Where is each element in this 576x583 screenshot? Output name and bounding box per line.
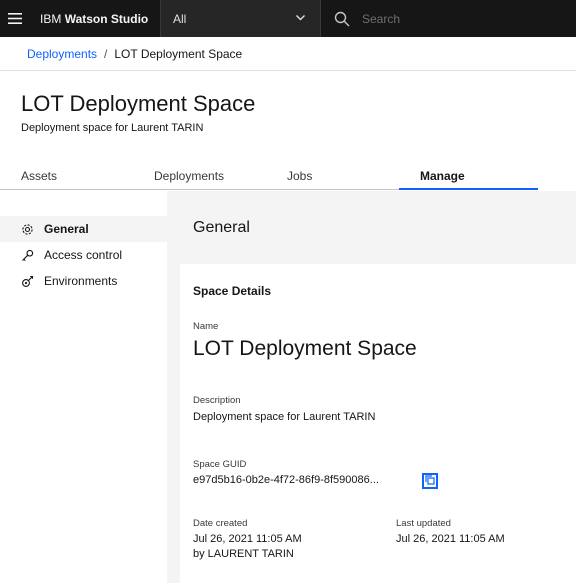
tools-icon <box>20 274 35 289</box>
product-name[interactable]: IBM Watson Studio <box>30 12 160 26</box>
tab-deployments[interactable]: Deployments <box>133 163 272 190</box>
space-name-value: LOT Deployment Space <box>193 337 417 360</box>
key-icon <box>20 248 35 263</box>
search-bar[interactable]: Search <box>322 0 576 37</box>
scope-dropdown[interactable]: All <box>160 0 321 37</box>
breadcrumb-deployments-link[interactable]: Deployments <box>27 47 97 61</box>
name-label: Name <box>193 321 219 332</box>
search-icon <box>322 11 362 27</box>
breadcrumb: Deployments / LOT Deployment Space <box>0 37 576 71</box>
sidebar-item-general[interactable]: General <box>0 216 167 242</box>
sidebar-item-label: Access control <box>44 248 123 262</box>
sidebar-item-environments[interactable]: Environments <box>0 268 167 294</box>
space-details-card: Space Details Name LOT Deployment Space … <box>180 264 576 583</box>
manage-sidebar: General Access control Environments <box>0 191 167 583</box>
guid-value: e97d5b16-0b2e-4f72-86f9-8f590086... <box>193 474 379 486</box>
guid-label: Space GUID <box>193 459 247 470</box>
sidebar-item-label: General <box>44 222 89 236</box>
copy-guid-button[interactable] <box>422 473 438 489</box>
menu-icon[interactable] <box>0 0 30 37</box>
copy-icon <box>425 472 435 490</box>
chevron-down-icon <box>295 12 306 26</box>
card-heading: Space Details <box>193 284 272 298</box>
page-title: LOT Deployment Space <box>21 91 256 116</box>
breadcrumb-separator: / <box>104 46 108 61</box>
last-updated-value: Jul 26, 2021 11:05 AM <box>396 533 505 545</box>
date-created-value: Jul 26, 2021 11:05 AM <box>193 533 302 545</box>
description-label: Description <box>193 395 241 406</box>
section-title: General <box>193 219 250 236</box>
page-subtitle: Deployment space for Laurent TARIN <box>21 122 204 134</box>
tab-assets[interactable]: Assets <box>0 163 139 190</box>
description-value: Deployment space for Laurent TARIN <box>193 411 376 423</box>
sidebar-item-label: Environments <box>44 274 118 288</box>
scope-value: All <box>173 11 187 26</box>
main-content: General Space Details Name LOT Deploymen… <box>167 191 576 583</box>
product-prefix: IBM <box>40 11 62 26</box>
gear-icon <box>20 222 35 237</box>
sidebar-item-access-control[interactable]: Access control <box>0 242 167 268</box>
tab-manage[interactable]: Manage <box>399 163 538 190</box>
tab-bar: Assets Deployments Jobs Manage <box>0 163 576 191</box>
created-by-value: by LAURENT TARIN <box>193 548 294 560</box>
breadcrumb-current: LOT Deployment Space <box>114 46 243 61</box>
search-input[interactable]: Search <box>362 12 400 26</box>
last-updated-label: Last updated <box>396 518 451 529</box>
tab-jobs[interactable]: Jobs <box>266 163 406 190</box>
product-title: Watson Studio <box>64 11 149 26</box>
date-created-label: Date created <box>193 518 248 529</box>
top-navigation-bar: IBM Watson Studio All Search <box>0 0 576 37</box>
